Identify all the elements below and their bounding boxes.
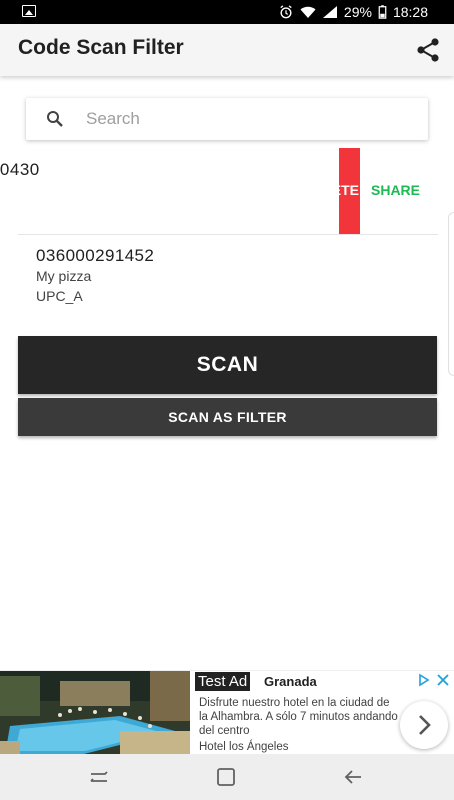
swiped-list-item[interactable]: 000430 DELETE SHARE bbox=[0, 148, 440, 234]
system-nav-bar bbox=[0, 754, 454, 800]
divider bbox=[18, 234, 438, 235]
ad-badge: Test Ad bbox=[195, 672, 251, 691]
ad-image[interactable] bbox=[0, 671, 190, 755]
search-input[interactable] bbox=[86, 106, 406, 132]
search-bar bbox=[26, 98, 428, 140]
back-icon[interactable] bbox=[342, 766, 364, 788]
share-button[interactable]: SHARE bbox=[371, 182, 420, 198]
home-icon[interactable] bbox=[215, 766, 237, 788]
delete-label: DELETE bbox=[339, 182, 359, 198]
battery-icon bbox=[378, 5, 387, 19]
side-panel-handle[interactable] bbox=[448, 212, 454, 376]
signal-icon bbox=[322, 6, 337, 18]
item-name: My pizza bbox=[36, 268, 92, 284]
wifi-icon bbox=[300, 6, 316, 18]
image-icon bbox=[22, 5, 36, 17]
delete-button[interactable]: DELETE bbox=[339, 148, 360, 234]
item-code: 000430 bbox=[0, 160, 40, 179]
status-icons: 29% 18:28 bbox=[278, 3, 428, 21]
scan-button[interactable]: SCAN bbox=[18, 336, 437, 394]
list-item[interactable]: 036000291452 My pizza UPC_A bbox=[0, 246, 440, 310]
item-format: UPC_A bbox=[36, 288, 83, 304]
recents-icon[interactable] bbox=[88, 766, 110, 788]
search-icon bbox=[47, 111, 63, 127]
share-icon[interactable] bbox=[414, 36, 442, 64]
battery-percent: 29% bbox=[343, 4, 372, 20]
ad-title[interactable]: Granada bbox=[264, 674, 317, 689]
scan-as-filter-button[interactable]: SCAN AS FILTER bbox=[18, 398, 437, 436]
chevron-right-icon bbox=[419, 715, 431, 735]
status-bar: 29% 18:28 bbox=[0, 0, 454, 24]
status-time: 18:28 bbox=[392, 4, 428, 20]
ad-banner[interactable]: Test Ad Granada Disfrute nuestro hotel e… bbox=[0, 670, 454, 755]
ad-description: Disfrute nuestro hotel en la ciudad de l… bbox=[199, 697, 398, 737]
item-code: 036000291452 bbox=[36, 246, 155, 265]
ad-choices-icon[interactable] bbox=[418, 673, 450, 687]
alarm-icon bbox=[280, 5, 292, 19]
app-title: Code Scan Filter bbox=[18, 36, 184, 59]
app-bar: Code Scan Filter bbox=[0, 24, 454, 76]
ad-advertiser: Hotel los Ángeles bbox=[199, 741, 289, 753]
hotel-pool-image bbox=[0, 671, 190, 755]
ad-open-button[interactable] bbox=[400, 701, 448, 749]
